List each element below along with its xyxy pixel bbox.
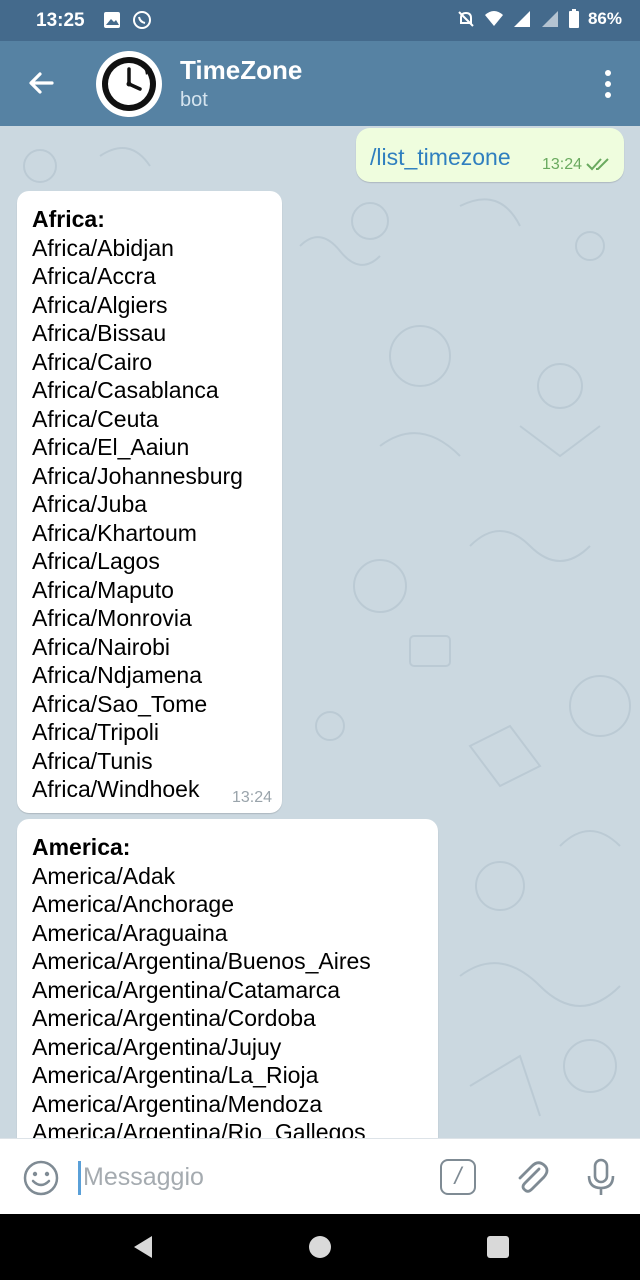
timezone-line: Africa/Casablanca	[32, 377, 219, 403]
signal-icon	[513, 11, 530, 27]
command-link[interactable]: /list_timezone	[370, 144, 511, 171]
battery-percent: 86%	[587, 9, 622, 28]
timezone-line: America/Argentina/Jujuy	[32, 1033, 282, 1060]
timezone-line: Africa/Khartoum	[32, 519, 197, 546]
chat-header: TimeZone bot	[0, 41, 640, 126]
timezone-line: Africa/Tunis	[32, 747, 153, 774]
status-bar: 13:25 86%	[0, 0, 640, 41]
timezone-line: Africa/Sao_Tome	[32, 690, 208, 717]
timezone-line: Africa/Ceuta	[32, 405, 159, 432]
bot-avatar[interactable]	[96, 51, 162, 117]
timezone-line: Africa/Juba	[32, 491, 148, 517]
message-heading: Africa:	[32, 206, 105, 232]
nav-recents-icon[interactable]	[487, 1236, 509, 1258]
timezone-line: America/Argentina/Catamarca	[32, 976, 341, 1003]
signal-no-data-icon	[541, 11, 558, 27]
timezone-line: America/Araguaina	[32, 919, 228, 946]
muted-bell-icon	[458, 11, 474, 27]
timezone-line: Africa/Lagos	[32, 548, 160, 574]
message-input[interactable]	[83, 1153, 423, 1201]
double-check-icon	[586, 158, 609, 171]
timezone-line: America/Anchorage	[32, 891, 234, 917]
clock-icon	[102, 57, 156, 111]
timezone-line: Africa/Johannesburg	[32, 462, 243, 489]
timezone-line: Africa/Nairobi	[32, 633, 171, 660]
message-heading: America:	[32, 834, 131, 860]
timezone-line: Africa/Maputo	[32, 576, 174, 603]
nav-back-icon[interactable]	[130, 1234, 156, 1260]
outgoing-message[interactable]: /list_timezone 13:24	[356, 128, 624, 182]
attach-icon[interactable]	[512, 1157, 550, 1197]
timezone-line: America/Argentina/Cordoba	[32, 1005, 316, 1031]
timezone-line: Africa/Ndjamena	[32, 662, 203, 688]
nav-home-icon[interactable]	[309, 1236, 331, 1258]
timezone-line: America/Argentina/Mendoza	[32, 1090, 323, 1117]
message-input-bar: /	[0, 1138, 640, 1214]
message-time: 13:24	[231, 789, 272, 806]
timezone-line: America/Argentina/La_Rioja	[32, 1062, 319, 1088]
timezone-line: Africa/El_Aaiun	[32, 434, 190, 460]
timezone-line: Africa/Abidjan	[32, 234, 174, 261]
text-cursor	[78, 1161, 81, 1195]
system-navigation-bar	[0, 1214, 640, 1280]
chat-subtitle: bot	[180, 89, 208, 111]
message-time: 13:24	[541, 156, 582, 173]
whatsapp-icon	[133, 11, 151, 29]
wifi-icon	[484, 11, 503, 26]
chat-area[interactable]: /list_timezone 13:24 Africa: Africa/Abid…	[0, 126, 640, 1138]
emoji-icon[interactable]	[22, 1159, 60, 1197]
timezone-line: Africa/Cairo	[32, 348, 153, 375]
back-arrow-icon[interactable]	[22, 63, 62, 103]
timezone-line: America/Argentina/Rio_Gallegos	[32, 1119, 366, 1138]
incoming-message-america[interactable]: America: America/Adak America/Anchorage …	[17, 819, 438, 1138]
bot-command-button[interactable]: /	[440, 1159, 476, 1195]
gallery-icon	[104, 12, 120, 28]
timezone-line: Africa/Algiers	[32, 291, 168, 318]
microphone-icon[interactable]	[584, 1157, 618, 1197]
status-notification-icons	[102, 10, 152, 30]
status-system-icons: 86%	[456, 9, 622, 29]
incoming-message-africa[interactable]: Africa: Africa/Abidjan Africa/Accra Afri…	[17, 191, 282, 813]
timezone-line: Africa/Monrovia	[32, 605, 192, 631]
chat-title[interactable]: TimeZone	[180, 55, 302, 86]
timezone-line: America/Argentina/Buenos_Aires	[32, 948, 371, 974]
timezone-line: Africa/Tripoli	[32, 719, 159, 745]
status-time: 13:25	[36, 10, 85, 31]
battery-icon	[568, 9, 579, 28]
timezone-line: America/Adak	[32, 862, 176, 889]
timezone-line: Africa/Bissau	[32, 320, 167, 346]
more-options-icon[interactable]	[598, 67, 618, 101]
timezone-line: Africa/Accra	[32, 263, 156, 289]
